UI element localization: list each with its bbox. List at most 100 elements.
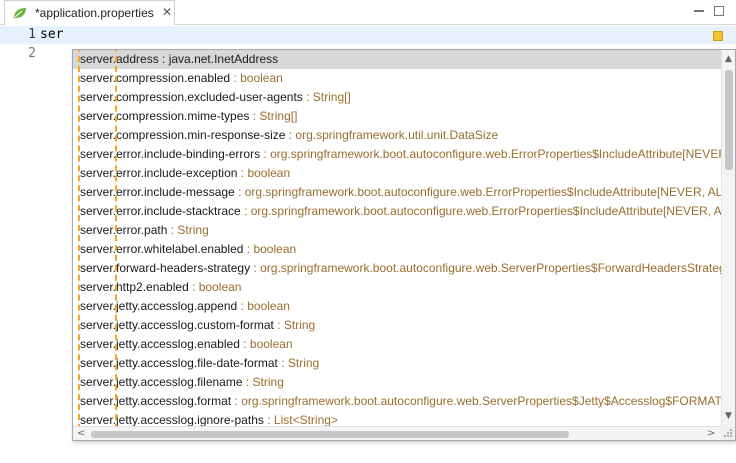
proposal-item[interactable]: server.compression.excluded-user-agents … — [73, 88, 721, 107]
type-separator: : — [234, 185, 245, 199]
property-name: server.error.include-message — [80, 185, 235, 199]
proposal-item[interactable]: server.forward-headers-strategy : org.sp… — [73, 259, 721, 278]
type-separator: : — [250, 261, 261, 275]
resize-grip-icon[interactable] — [724, 429, 733, 438]
type-separator: : — [230, 71, 241, 85]
type-separator: : — [263, 413, 274, 426]
property-type: org.springframework.boot.autoconfigure.w… — [250, 204, 721, 218]
proposal-item[interactable]: server.compression.enabled : boolean — [73, 69, 721, 88]
tab-application-properties[interactable]: *application.properties ✕ — [4, 0, 175, 25]
scroll-up-icon[interactable]: ▲ — [725, 55, 732, 64]
property-type: boolean — [249, 337, 293, 351]
property-name: server.error.include-stacktrace — [80, 204, 241, 218]
property-type: boolean — [198, 280, 242, 294]
property-type: String — [283, 318, 316, 332]
proposal-item[interactable]: server.error.include-binding-errors : or… — [73, 145, 721, 164]
property-name: server.compression.min-response-size — [80, 128, 286, 142]
horizontal-scroll-thumb[interactable] — [91, 431, 569, 438]
vertical-scrollbar[interactable]: ▲ ▼ — [721, 50, 735, 426]
property-name: server.address — [80, 52, 159, 66]
proposal-item[interactable]: server.jetty.accesslog.append : boolean — [73, 297, 721, 316]
close-icon[interactable]: ✕ — [162, 5, 172, 19]
property-type: String — [252, 375, 284, 389]
vertical-scroll-thumb[interactable] — [725, 70, 733, 170]
property-type: String[] — [259, 109, 298, 123]
property-name: server.forward-headers-strategy — [80, 261, 251, 275]
resize-corner[interactable] — [721, 426, 735, 440]
proposal-item[interactable]: server.address : java.net.InetAddress — [73, 50, 721, 69]
property-type: boolean — [247, 166, 291, 180]
proposal-item[interactable]: server.jetty.accesslog.format : org.spri… — [73, 392, 721, 411]
type-separator: : — [277, 356, 288, 370]
proposal-item[interactable]: server.http2.enabled : boolean — [73, 278, 721, 297]
type-separator: : — [249, 109, 260, 123]
type-separator: : — [158, 52, 169, 66]
proposal-item[interactable]: server.jetty.accesslog.file-date-format … — [73, 354, 721, 373]
property-type: org.springframework.boot.autoconfigure.w… — [241, 394, 721, 408]
property-type: String — [177, 223, 209, 237]
type-separator: : — [242, 375, 253, 389]
scroll-down-icon[interactable]: ▼ — [725, 412, 732, 421]
property-name: server.http2.enabled — [80, 280, 189, 294]
editor-line-1[interactable]: 1 ser — [0, 26, 736, 44]
property-name: server.jetty.accesslog.append — [80, 299, 238, 313]
minimize-icon[interactable] — [694, 8, 704, 14]
scroll-left-icon[interactable]: < — [77, 429, 85, 439]
property-name: server.error.include-exception — [80, 166, 238, 180]
proposal-item[interactable]: server.error.path : String — [73, 221, 721, 240]
property-type: boolean — [240, 71, 283, 85]
tab-title: *application.properties — [35, 6, 154, 20]
horizontal-scrollbar[interactable]: < > — [73, 426, 721, 440]
proposal-item[interactable]: server.error.include-stacktrace : org.sp… — [73, 202, 721, 221]
type-separator: : — [273, 318, 284, 332]
line-number: 2 — [28, 46, 36, 61]
property-type: org.springframework.boot.autoconfigure.w… — [244, 185, 721, 199]
type-separator: : — [188, 280, 199, 294]
proposal-item[interactable]: server.jetty.accesslog.enabled : boolean — [73, 335, 721, 354]
property-type: String — [287, 356, 320, 370]
overview-ruler-marker-icon[interactable] — [713, 31, 723, 41]
property-name: server.jetty.accesslog.custom-format — [80, 318, 274, 332]
property-type: List<String> — [273, 413, 338, 426]
property-name: server.jetty.accesslog.ignore-paths — [80, 413, 264, 426]
type-separator: : — [240, 204, 251, 218]
spring-leaf-icon — [14, 8, 26, 18]
property-type: java.net.InetAddress — [168, 52, 279, 66]
proposal-item[interactable]: server.compression.min-response-size : o… — [73, 126, 721, 145]
editor-tab-bar: *application.properties ✕ — [0, 0, 736, 25]
property-name: server.compression.mime-types — [80, 109, 250, 123]
proposal-item[interactable]: server.jetty.accesslog.filename : String — [73, 373, 721, 392]
property-name: server.error.whitelabel.enabled — [80, 242, 244, 256]
line-number: 1 — [28, 27, 36, 42]
type-separator: : — [243, 242, 254, 256]
proposal-item[interactable]: server.jetty.accesslog.custom-format : S… — [73, 316, 721, 335]
property-type: org.springframework.boot.autoconfigure.w… — [260, 261, 721, 275]
property-name: server.error.path — [80, 223, 168, 237]
property-name: server.jetty.accesslog.enabled — [80, 337, 240, 351]
scroll-right-icon[interactable]: > — [707, 429, 715, 439]
property-type: boolean — [247, 299, 290, 313]
type-separator: : — [167, 223, 178, 237]
property-type: String[] — [312, 90, 351, 104]
property-name: server.compression.enabled — [80, 71, 231, 85]
proposal-item[interactable]: server.error.whitelabel.enabled : boolea… — [73, 240, 721, 259]
property-name: server.error.include-binding-errors — [80, 147, 261, 161]
content-assist-popup: server.address : java.net.InetAddress ser… — [72, 49, 736, 441]
property-name: server.jetty.accesslog.file-date-format — [80, 356, 278, 370]
type-separator: : — [237, 299, 248, 313]
proposal-item[interactable]: server.error.include-message : org.sprin… — [73, 183, 721, 202]
proposal-item[interactable]: server.error.include-exception : boolean — [73, 164, 721, 183]
type-separator: : — [231, 394, 242, 408]
property-name: server.jetty.accesslog.filename — [80, 375, 243, 389]
type-separator: : — [237, 166, 248, 180]
proposal-item[interactable]: server.compression.mime-types : String[] — [73, 107, 721, 126]
type-separator: : — [260, 147, 271, 161]
property-name: server.compression.excluded-user-agents — [80, 90, 303, 104]
proposal-item[interactable]: server.jetty.accesslog.ignore-paths : Li… — [73, 411, 721, 426]
type-separator: : — [302, 90, 313, 104]
maximize-icon[interactable] — [714, 6, 724, 16]
property-name: server.jetty.accesslog.format — [80, 394, 232, 408]
line-text[interactable]: ser — [40, 26, 63, 44]
type-separator: : — [239, 337, 250, 351]
proposal-list[interactable]: server.address : java.net.InetAddress ser… — [73, 50, 721, 426]
